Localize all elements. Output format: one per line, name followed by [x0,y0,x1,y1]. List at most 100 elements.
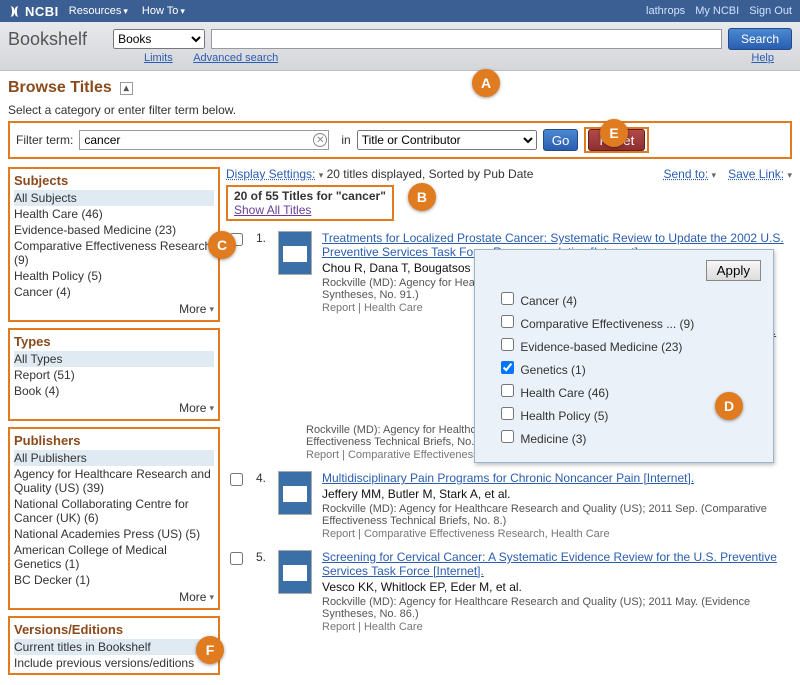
callout-f: F [196,636,224,664]
apply-button[interactable]: Apply [706,260,761,281]
facet-title: Publishers [14,431,214,450]
result-authors: Jeffery MM, Butler M, Stark A, et al. [322,485,792,503]
callout-d: D [715,392,743,420]
chevron-down-icon: ▾ [123,6,128,17]
facet-item[interactable]: Health Care (46) [14,206,214,222]
facet-publishers: Publishers All Publishers Agency for Hea… [8,427,220,610]
result-checkbox[interactable] [230,552,243,565]
help-link[interactable]: Help [751,52,774,64]
popover-option[interactable]: Comparative Effectiveness ... (9) [497,310,761,333]
popover-checkbox[interactable] [501,430,514,443]
facet-item[interactable]: All Publishers [14,450,214,466]
resources-menu[interactable]: Resources ▾ [69,5,128,17]
facet-versions: Versions/Editions Current titles in Book… [8,616,220,675]
book-thumbnail[interactable] [278,471,312,515]
facet-item[interactable]: Book (4) [14,383,214,399]
facet-item[interactable]: All Types [14,351,214,367]
search-bar: Bookshelf Books Search Limits Advanced s… [0,22,800,71]
popover-checkbox[interactable] [501,407,514,420]
advanced-search-link[interactable]: Advanced search [193,52,278,64]
result-index: 5. [256,550,268,564]
send-to-link[interactable]: Send to: [664,167,709,181]
result-count-box: 20 of 55 Titles for "cancer" Show All Ti… [226,185,394,221]
result-title-link[interactable]: Screening for Cervical Cancer: A Systema… [322,550,777,578]
database-select[interactable]: Books [113,29,205,49]
facet-item[interactable]: Report (51) [14,367,214,383]
facet-item[interactable]: Comparative Effectiveness Research (9) [14,238,214,268]
result-publication: Rockville (MD): Agency for Healthcare Re… [322,596,792,620]
chevron-down-icon: ▾ [712,170,717,180]
chevron-down-icon: ▾ [209,403,214,414]
book-thumbnail[interactable] [278,231,312,275]
callout-b: B [408,183,436,211]
facet-title: Subjects [14,171,214,190]
result-index: 4. [256,471,268,485]
popover-checkbox[interactable] [501,384,514,397]
facet-item[interactable]: Health Policy (5) [14,268,214,284]
facet-types: Types All Types Report (51) Book (4) Mor… [8,328,220,421]
collapse-toggle[interactable]: ▴ [120,82,133,95]
callout-a: A [472,69,500,97]
browse-titles-heading: Browse Titles ▴ [8,79,792,97]
popover-checkbox[interactable] [501,315,514,328]
result-footer: Report | Health Care [322,620,792,633]
facet-item[interactable]: National Academies Press (US) (5) [14,526,214,542]
in-label: in [341,133,350,147]
my-ncbi-link[interactable]: My NCBI [695,5,739,17]
ncbi-logo[interactable]: NCBI [8,4,59,19]
chevron-down-icon: ▾ [209,304,214,315]
facet-item[interactable]: Evidence-based Medicine (23) [14,222,214,238]
popover-checkbox[interactable] [501,361,514,374]
more-subjects-link[interactable]: More▾ [14,300,214,318]
app-title: Bookshelf [8,29,87,50]
result-index: 1. [256,231,268,245]
facet-sidebar: Subjects All Subjects Health Care (46) E… [8,167,220,681]
limits-link[interactable]: Limits [144,52,173,64]
facet-item[interactable]: Cancer (4) [14,284,214,300]
howto-menu[interactable]: How To ▾ [142,5,185,17]
book-thumbnail[interactable] [278,550,312,594]
chevron-down-icon: ▾ [319,170,324,180]
facet-subjects: Subjects All Subjects Health Care (46) E… [8,167,220,322]
signout-link[interactable]: Sign Out [749,5,792,17]
result-row: 4. Multidisciplinary Pain Programs for C… [226,467,792,546]
popover-option[interactable]: Evidence-based Medicine (23) [497,333,761,356]
ncbi-brand: NCBI [25,4,59,19]
popover-checkbox[interactable] [501,338,514,351]
facet-item[interactable]: BC Decker (1) [14,572,214,588]
search-input[interactable] [211,29,722,49]
chevron-down-icon: ▾ [209,592,214,603]
popover-option[interactable]: Genetics (1) [497,356,761,379]
show-all-titles-link[interactable]: Show All Titles [234,203,311,217]
facet-title: Types [14,332,214,351]
go-button[interactable]: Go [543,129,579,151]
facet-item[interactable]: National Collaborating Centre for Cancer… [14,496,214,526]
result-publication: Rockville (MD): Agency for Healthcare Re… [322,503,792,527]
subjects-popover: Apply Cancer (4) Comparative Effectivene… [474,249,774,463]
callout-e: E [600,119,628,147]
facet-item[interactable]: Include previous versions/editions [14,655,214,671]
facet-item[interactable]: All Subjects [14,190,214,206]
result-title-link[interactable]: Multidisciplinary Pain Programs for Chro… [322,471,694,485]
facet-item[interactable]: American College of Medical Genetics (1) [14,542,214,572]
more-publishers-link[interactable]: More▾ [14,588,214,606]
result-checkbox[interactable] [230,473,243,486]
filter-scope-select[interactable]: Title or Contributor [357,130,537,150]
facet-title: Versions/Editions [14,620,214,639]
save-link-link[interactable]: Save Link: [728,167,784,181]
result-row: 5. Screening for Cervical Cancer: A Syst… [226,546,792,639]
ncbi-topbar: NCBI Resources ▾ How To ▾ lathrops My NC… [0,0,800,22]
filter-term-input[interactable] [79,130,329,150]
search-button[interactable]: Search [728,28,792,50]
result-footer: Report | Comparative Effectiveness Resea… [322,527,792,540]
popover-checkbox[interactable] [501,292,514,305]
user-link[interactable]: lathrops [646,5,685,17]
facet-item[interactable]: Agency for Healthcare Research and Quali… [14,466,214,496]
result-authors: Vesco KK, Whitlock EP, Eder M, et al. [322,578,792,596]
filter-row: Filter term: ✕ in Title or Contributor G… [8,121,792,159]
chevron-down-icon: ▾ [787,170,792,180]
more-types-link[interactable]: More▾ [14,399,214,417]
display-settings-link[interactable]: Display Settings: [226,167,315,181]
popover-option[interactable]: Cancer (4) [497,287,761,310]
popover-option[interactable]: Medicine (3) [497,425,761,448]
